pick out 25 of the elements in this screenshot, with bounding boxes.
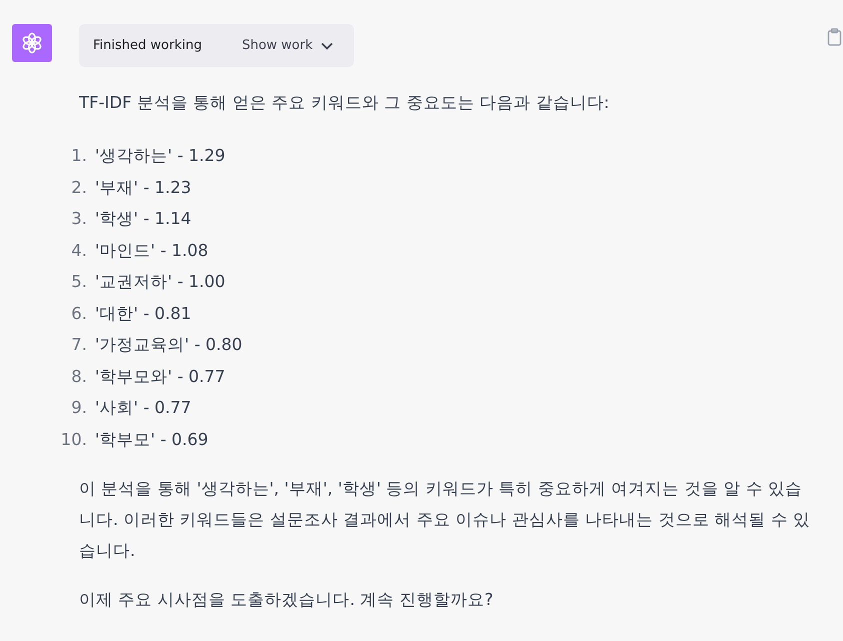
- list-number: 9.: [70, 397, 87, 419]
- status-label: Finished working: [93, 38, 202, 53]
- list-number: 8.: [70, 366, 87, 388]
- list-number: 7.: [70, 334, 87, 356]
- keyword-text: '가정교육의' - 0.80: [95, 334, 242, 356]
- keyword-text: '마인드' - 1.08: [95, 240, 208, 262]
- keyword-text: '생각하는' - 1.29: [95, 145, 226, 167]
- keyword-text: '부재' - 1.23: [95, 176, 192, 198]
- keyword-text: '학생' - 1.14: [95, 208, 192, 230]
- list-number: 1.: [70, 145, 87, 167]
- paragraph: 이 분석을 통해 '생각하는', '부재', '학생' 등의 키워드가 특히 중요하게 여겨지는 것을 알 수 있습니다. 이러한 키워드들은 설문조사 결과에서 주요 이슈나 관심사를 나타내는 것으로 해석될 수 있습니다.: [79, 478, 812, 562]
- keyword-text: '교권저하' - 1.00: [95, 271, 226, 293]
- list-number: 3.: [70, 208, 87, 230]
- list-number: 4.: [70, 240, 87, 262]
- keyword-text: '대한' - 0.81: [95, 302, 192, 324]
- show-work-button[interactable]: Show work: [242, 38, 333, 53]
- list-number: 2.: [70, 176, 87, 198]
- keyword-text: '학부모' - 0.69: [95, 428, 208, 450]
- intro-text: TF-IDF 분석을 통해 얻은 주요 키워드와 그 중요도는 다음과 같습니다:: [79, 92, 610, 114]
- list-number: 6.: [70, 302, 87, 324]
- list-number: 5.: [70, 271, 87, 293]
- keyword-text: '사회' - 0.77: [95, 397, 192, 419]
- paragraph: 이제 주요 시사점을 도출하겠습니다. 계속 진행할까요?: [79, 589, 494, 611]
- list-number: 10.: [60, 428, 87, 450]
- keyword-text: '학부모와' - 0.77: [95, 366, 226, 388]
